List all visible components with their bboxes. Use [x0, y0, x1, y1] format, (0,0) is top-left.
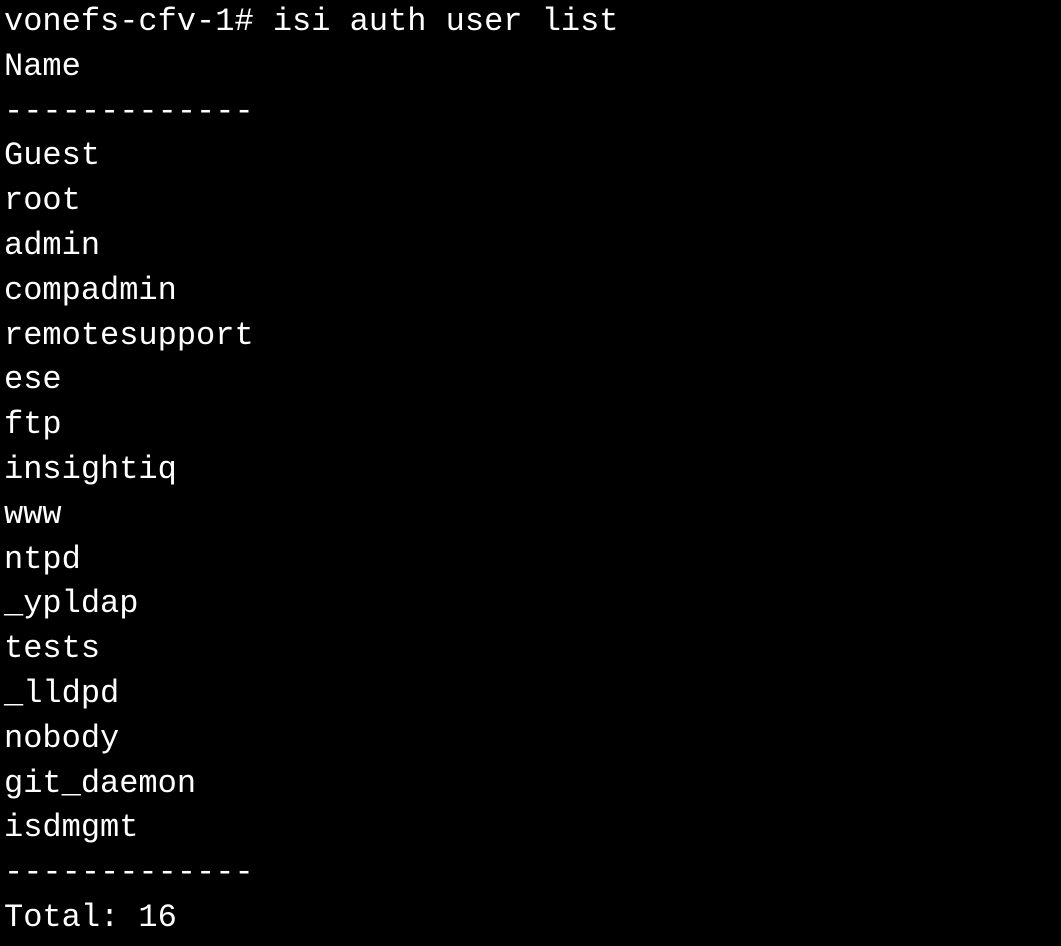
user-row: insightiq: [4, 448, 1057, 493]
user-row: _ypldap: [4, 582, 1057, 627]
command-text: isi auth user list: [273, 3, 619, 40]
footer-separator: -------------: [4, 851, 1057, 896]
terminal-output[interactable]: vonefs-cfv-1# isi auth user list Name --…: [0, 0, 1061, 941]
user-row: ntpd: [4, 538, 1057, 583]
user-row: git_daemon: [4, 762, 1057, 807]
user-row: ftp: [4, 403, 1057, 448]
user-row: ese: [4, 358, 1057, 403]
user-list: Guest root admin compadmin remotesupport…: [4, 134, 1057, 851]
header-separator: -------------: [4, 90, 1057, 135]
user-row: admin: [4, 224, 1057, 269]
total-label: Total:: [4, 899, 119, 936]
user-row: compadmin: [4, 269, 1057, 314]
shell-prompt: vonefs-cfv-1#: [4, 3, 254, 40]
user-row: www: [4, 493, 1057, 538]
user-row: _lldpd: [4, 672, 1057, 717]
user-row: nobody: [4, 717, 1057, 762]
command-line: vonefs-cfv-1# isi auth user list: [4, 0, 1057, 45]
user-row: root: [4, 179, 1057, 224]
user-row: Guest: [4, 134, 1057, 179]
user-row: isdmgmt: [4, 806, 1057, 851]
total-line: Total: 16: [4, 896, 1057, 941]
user-row: tests: [4, 627, 1057, 672]
column-header: Name: [4, 45, 1057, 90]
total-count: 16: [138, 899, 176, 936]
user-row: remotesupport: [4, 314, 1057, 359]
